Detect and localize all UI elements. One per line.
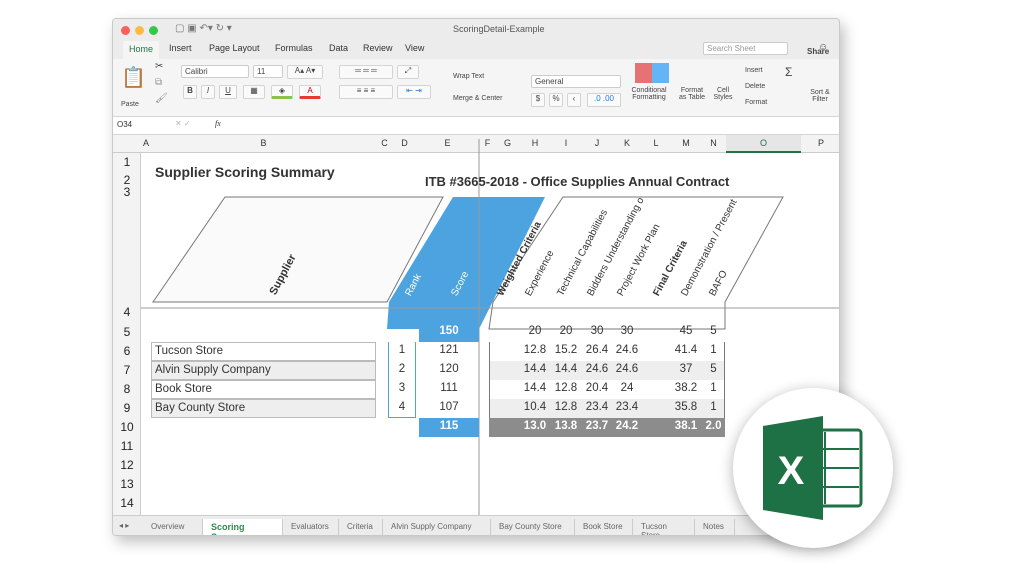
weight-value: 20 bbox=[559, 325, 573, 337]
criteria-score-value[interactable]: 12.8 bbox=[551, 401, 581, 413]
sheet-tab-bay-county-store[interactable]: Bay County Store bbox=[491, 519, 575, 535]
average-value: 2.0 bbox=[705, 420, 722, 432]
rank-value[interactable]: 2 bbox=[388, 361, 416, 380]
criteria-score-value[interactable]: 35.8 bbox=[671, 401, 701, 413]
excel-window: ▢ ▣ ↶▾ ↻ ▾ ScoringDetail-Example Search … bbox=[112, 18, 840, 536]
weight-value: 20 bbox=[528, 325, 542, 337]
criteria-score-value[interactable]: 10.4 bbox=[519, 401, 551, 413]
average-value: 13.0 bbox=[523, 420, 547, 432]
criteria-score-value[interactable]: 23.4 bbox=[581, 401, 613, 413]
weight-value: 5 bbox=[710, 325, 717, 337]
sheet-title: Supplier Scoring Summary bbox=[155, 164, 335, 180]
criteria-score-value[interactable]: 14.4 bbox=[519, 363, 551, 375]
average-value: 13.8 bbox=[554, 420, 578, 432]
criteria-score-value[interactable]: 20.4 bbox=[581, 382, 613, 394]
score-value[interactable]: 121 bbox=[419, 342, 479, 361]
criteria-score-value[interactable]: 1 bbox=[701, 344, 726, 356]
sheet-tab-alvin-supply-company[interactable]: Alvin Supply Company bbox=[383, 519, 491, 535]
sheet-tab-overview[interactable]: Overview bbox=[143, 519, 203, 535]
criteria-score-value[interactable]: 38.2 bbox=[671, 382, 701, 394]
rank-value[interactable]: 4 bbox=[388, 399, 416, 418]
max-score: 150 bbox=[419, 323, 479, 342]
supplier-name[interactable]: Bay County Store bbox=[151, 399, 376, 418]
criteria-score-value[interactable]: 1 bbox=[701, 382, 726, 394]
average-value: 38.1 bbox=[674, 420, 698, 432]
criteria-score-value[interactable]: 23.4 bbox=[613, 401, 641, 413]
criteria-score-value[interactable]: 14.4 bbox=[519, 382, 551, 394]
average-score: 115 bbox=[419, 418, 479, 437]
criteria-score-value[interactable]: 37 bbox=[671, 363, 701, 375]
header-shapes bbox=[141, 139, 839, 515]
criteria-score-value[interactable]: 12.8 bbox=[551, 382, 581, 394]
criteria-score-value[interactable]: 1 bbox=[701, 401, 726, 413]
criteria-score-value[interactable]: 26.4 bbox=[581, 344, 613, 356]
itb-title: ITB #3665-2018 - Office Supplies Annual … bbox=[425, 174, 730, 189]
criteria-score-value[interactable]: 24.6 bbox=[613, 344, 641, 356]
criteria-score-value[interactable]: 41.4 bbox=[671, 344, 701, 356]
sheet-tab-evaluators[interactable]: Evaluators bbox=[283, 519, 339, 535]
score-value[interactable]: 107 bbox=[419, 399, 479, 418]
criteria-score-value[interactable]: 14.4 bbox=[551, 363, 581, 375]
supplier-name[interactable]: Alvin Supply Company bbox=[151, 361, 376, 380]
sheet-tab-notes[interactable]: Notes bbox=[695, 519, 735, 535]
sheet-tab-book-store[interactable]: Book Store bbox=[575, 519, 633, 535]
criteria-score-value[interactable]: 24 bbox=[613, 382, 641, 394]
excel-logo: X bbox=[733, 388, 893, 548]
rank-value[interactable]: 1 bbox=[388, 342, 416, 361]
sheet-tab-tucson-store[interactable]: Tucson Store bbox=[633, 519, 695, 535]
criteria-score-value[interactable]: 12.8 bbox=[519, 344, 551, 356]
rank-value[interactable]: 3 bbox=[388, 380, 416, 399]
criteria-score-value[interactable]: 24.6 bbox=[581, 363, 613, 375]
logo-letter: X bbox=[778, 449, 805, 493]
weight-value: 30 bbox=[590, 325, 604, 337]
weight-value: 30 bbox=[620, 325, 634, 337]
supplier-name[interactable]: Tucson Store bbox=[151, 342, 376, 361]
sheet-scroll-arrows[interactable]: ◂ ▸ bbox=[119, 521, 129, 530]
supplier-name[interactable]: Book Store bbox=[151, 380, 376, 399]
excel-logo-icon: X bbox=[763, 416, 863, 520]
sheet-tab-bar: ◂ ▸ OverviewScoring SummaryEvaluatorsCri… bbox=[113, 515, 839, 535]
average-value: 24.2 bbox=[615, 420, 639, 432]
criteria-score-value[interactable]: 24.6 bbox=[613, 363, 641, 375]
sheet-tab-scoring-summary[interactable]: Scoring Summary bbox=[203, 519, 283, 535]
worksheet-grid[interactable]: Supplier Scoring Summary ITB #3665-2018 … bbox=[113, 19, 839, 535]
average-value: 23.7 bbox=[585, 420, 609, 432]
criteria-score-value[interactable]: 15.2 bbox=[551, 344, 581, 356]
sheet-tab-criteria[interactable]: Criteria bbox=[339, 519, 383, 535]
criteria-score-value[interactable]: 5 bbox=[701, 363, 726, 375]
score-value[interactable]: 111 bbox=[419, 380, 479, 399]
weight-value: 45 bbox=[679, 325, 693, 337]
score-value[interactable]: 120 bbox=[419, 361, 479, 380]
